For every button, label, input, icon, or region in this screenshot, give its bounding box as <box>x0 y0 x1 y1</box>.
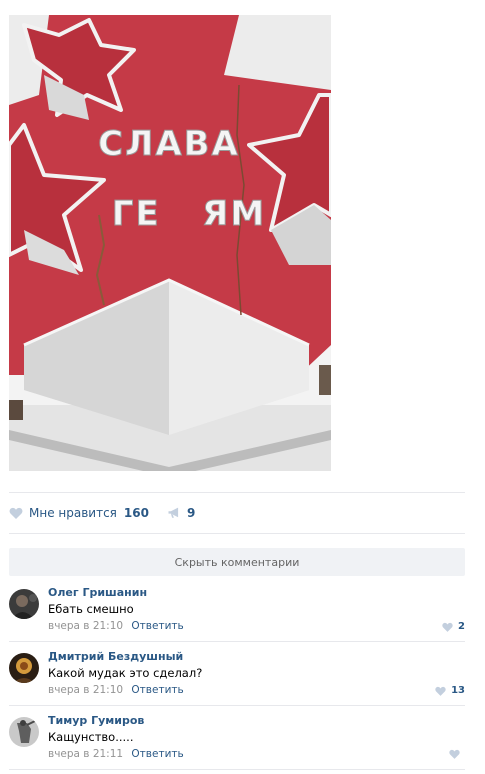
share-count: 9 <box>186 506 196 520</box>
heart-icon <box>435 686 446 696</box>
comment-like-button[interactable]: 13 <box>435 685 465 696</box>
comment-like-button[interactable] <box>449 749 465 759</box>
comment-like-button[interactable]: 2 <box>442 621 465 632</box>
comment-meta: вчера в 21:11 Ответить <box>48 748 184 760</box>
comment-text: Ебать смешно <box>48 602 134 616</box>
comment-text: Какой мудак это сделал? <box>48 666 203 680</box>
divider <box>9 492 465 493</box>
sign-text-line1: СЛАВА <box>98 124 240 164</box>
comment-date[interactable]: вчера в 21:11 <box>48 748 123 760</box>
comment: Дмитрий Бездушный Какой мудак это сделал… <box>9 650 465 706</box>
comment-date[interactable]: вчера в 21:10 <box>48 684 123 696</box>
avatar[interactable] <box>9 589 39 619</box>
heart-icon <box>449 749 460 759</box>
comment-meta: вчера в 21:10 Ответить <box>48 620 184 632</box>
divider <box>9 705 465 706</box>
comment-date[interactable]: вчера в 21:10 <box>48 620 123 632</box>
divider <box>9 641 465 642</box>
post: СЛАВА ГЕ ЯМ Мне нравится 160 9 Скрыть ко… <box>0 0 485 774</box>
hide-comments-button[interactable]: Скрыть комментарии <box>9 548 465 576</box>
comment-author[interactable]: Олег Гришанин <box>48 586 147 599</box>
post-actions: Мне нравится 160 9 <box>9 503 195 523</box>
reply-button[interactable]: Ответить <box>131 748 183 760</box>
post-photo[interactable]: СЛАВА ГЕ ЯМ <box>9 15 331 471</box>
comment: Тимур Гумиров Кащунство..... вчера в 21:… <box>9 714 465 770</box>
divider <box>9 533 465 534</box>
like-count: 160 <box>123 506 149 520</box>
comment: Олег Гришанин Ебать смешно вчера в 21:10… <box>9 586 465 642</box>
heart-icon <box>9 507 23 519</box>
like-label: Мне нравится <box>29 506 117 520</box>
comment-author[interactable]: Тимур Гумиров <box>48 714 144 727</box>
like-button[interactable]: Мне нравится 160 <box>9 506 149 520</box>
reply-button[interactable]: Ответить <box>131 684 183 696</box>
comment-meta: вчера в 21:10 Ответить <box>48 684 184 696</box>
reply-button[interactable]: Ответить <box>131 620 183 632</box>
avatar[interactable] <box>9 717 39 747</box>
avatar[interactable] <box>9 653 39 683</box>
megaphone-icon <box>167 507 182 519</box>
comment-author[interactable]: Дмитрий Бездушный <box>48 650 183 663</box>
divider <box>9 769 465 770</box>
comment-like-count: 2 <box>458 621 465 632</box>
share-button[interactable]: 9 <box>167 506 195 520</box>
comment-like-count: 13 <box>451 685 465 696</box>
comment-text: Кащунство..... <box>48 730 134 744</box>
sign-text-line2: ГЕ ЯМ <box>112 194 266 234</box>
heart-icon <box>442 622 453 632</box>
